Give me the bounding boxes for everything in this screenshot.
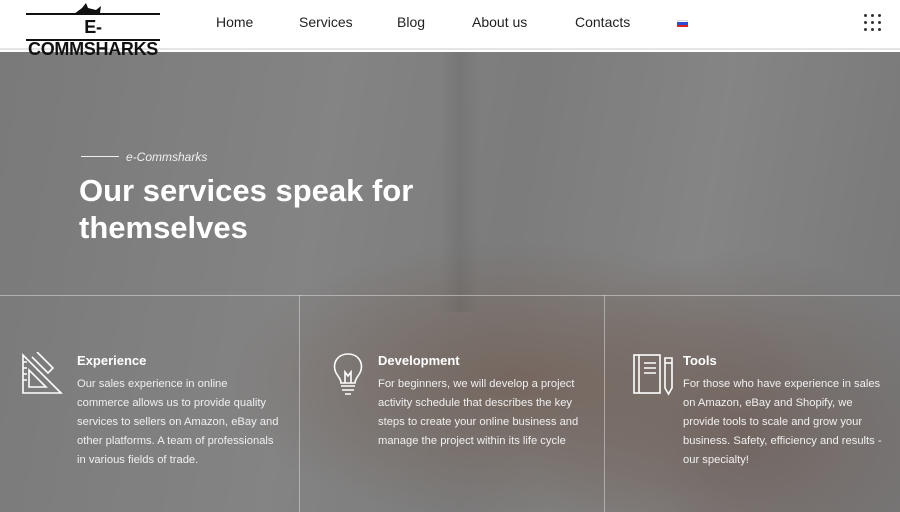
eyebrow-line xyxy=(81,156,119,157)
nav-about-us[interactable]: About us xyxy=(472,14,527,30)
nav-home[interactable]: Home xyxy=(216,14,253,30)
feature-text: For those who have experience in sales o… xyxy=(683,378,882,466)
grid-dots-icon[interactable] xyxy=(864,14,882,32)
nav-contacts[interactable]: Contacts xyxy=(575,14,630,30)
site-header: E-COMMSHARKS Home Services Blog About us… xyxy=(0,0,900,59)
lightbulb-icon xyxy=(333,353,363,395)
russian-flag-icon[interactable] xyxy=(677,20,688,27)
feature-divider-2 xyxy=(604,295,605,512)
feature-title: Experience xyxy=(77,353,147,368)
feature-title: Development xyxy=(378,353,460,368)
hero-title: Our services speak for themselves xyxy=(79,173,414,245)
feature-text: For beginners, we will develop a project… xyxy=(378,378,579,447)
notebook-pencil-icon xyxy=(633,354,673,396)
nav-services[interactable]: Services xyxy=(299,14,353,30)
feature-text: Our sales experience in online commerce … xyxy=(77,378,279,466)
hero-eyebrow: e-Commsharks xyxy=(126,150,208,164)
feature-divider-1 xyxy=(299,295,300,512)
main-nav: Home Services Blog About us Contacts xyxy=(0,0,900,46)
ruler-triangle-icon xyxy=(22,352,63,394)
features-divider xyxy=(0,295,900,296)
feature-title: Tools xyxy=(683,353,717,368)
nav-blog[interactable]: Blog xyxy=(397,14,425,30)
hero-section: e-Commsharks Our services speak for them… xyxy=(0,52,900,512)
